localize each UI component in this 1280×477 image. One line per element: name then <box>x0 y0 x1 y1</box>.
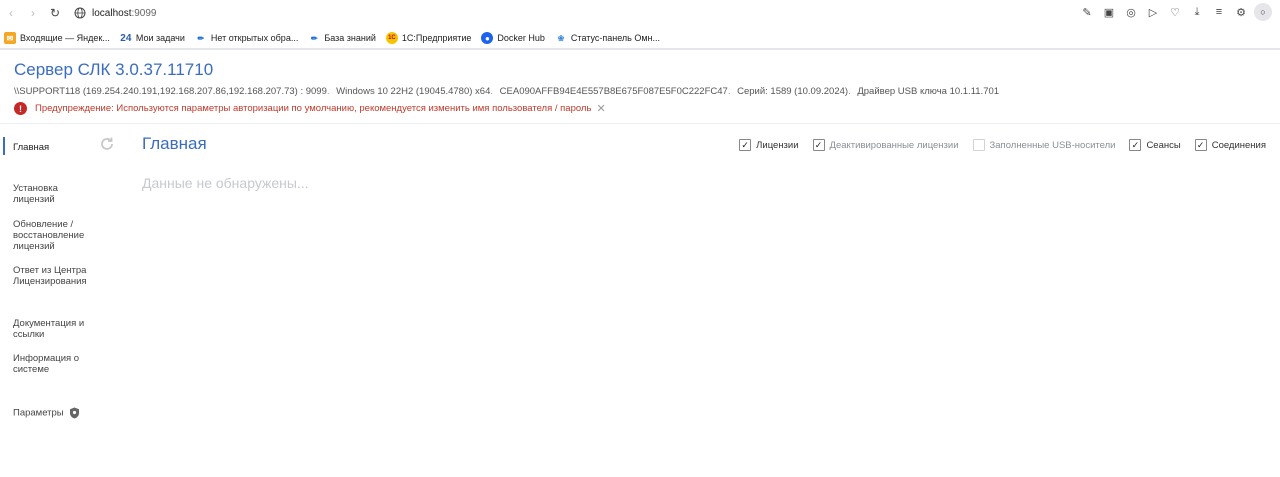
server-info: \\SUPPORT118 (169.254.240.191,192.168.20… <box>14 86 1000 97</box>
browser-toolbar: ‹ › ↻ localhost:9099 ✎ ▣ ◎ ▷ ♡ ⤓ ≡ ⚙ ○ <box>0 0 1280 26</box>
reload-icon[interactable]: ↻ <box>44 2 66 24</box>
bookmark-label: Мои задачи <box>135 33 185 43</box>
bookmark-item[interactable]: 1С 1С:Предприятие <box>385 32 472 44</box>
filter-label: Сеансы <box>1146 139 1181 151</box>
server-key: CEA090AFFB94E4E557B8E675F087E5F0C222FC47 <box>499 86 728 97</box>
bookmark-item[interactable]: 24 Мои задачи <box>120 32 185 44</box>
warning-text: Предупреждение: Используются параметры а… <box>35 103 592 114</box>
filter-bar: ✓ Лицензии ✓ Деактивированные лицензии Зап… <box>725 139 1266 151</box>
empty-state-message: Данные не обнаружены... <box>142 175 309 191</box>
sidebar-item-home[interactable]: Главная <box>13 142 49 153</box>
filter-connections[interactable]: ✓ Соединения <box>1194 139 1266 151</box>
sidebar-item-label: Параметры <box>13 407 64 419</box>
app-title: Сервер СЛК 3.0.37.11710 <box>14 60 214 79</box>
back-icon[interactable]: ‹ <box>0 2 22 24</box>
page-title: Главная <box>142 134 207 153</box>
docker-icon: ● <box>481 32 494 44</box>
url-port: :9099 <box>131 7 157 19</box>
filter-label: Заполненные USB-носители <box>989 139 1116 151</box>
bookmark-label: База знаний <box>324 33 376 43</box>
checkbox-checked[interactable]: ✓ <box>1129 139 1142 151</box>
address-bar[interactable]: localhost:9099 <box>74 7 157 19</box>
sidebar-item-licensing-response[interactable]: Ответ из Центра Лицензирования <box>13 265 103 287</box>
bookmark-item[interactable]: ✏ База знаний <box>308 32 376 44</box>
filter-licenses[interactable]: ✓ Лицензии <box>739 139 799 151</box>
refresh-icon[interactable] <box>99 136 115 152</box>
camera-icon[interactable]: ▣ <box>1100 3 1118 21</box>
pen-icon: ✏ <box>197 33 205 43</box>
sidebar-item-system-info[interactable]: Информация о системе <box>13 353 89 375</box>
globe-icon <box>74 7 86 19</box>
bookmark-label: 1С:Предприятие <box>401 33 472 43</box>
sidebar-item-settings[interactable]: Параметры <box>13 407 80 419</box>
filter-label: Лицензии <box>756 139 799 151</box>
close-icon[interactable]: ✕ <box>596 102 605 115</box>
pen-icon: ✏ <box>310 33 318 43</box>
sidebar-item-docs[interactable]: Документация и ссылки <box>13 318 97 340</box>
vpn-icon[interactable]: ◎ <box>1122 3 1140 21</box>
bookmark-item[interactable]: ✏ Нет открытых обра... <box>195 32 299 44</box>
checkbox-checked[interactable]: ✓ <box>1194 139 1207 151</box>
heart-icon[interactable]: ♡ <box>1166 3 1184 21</box>
server-os: Windows 10 22H2 (19045.4780) x64 <box>336 86 491 97</box>
sidebar-item-update-licenses[interactable]: Обновление / восстановление лицензий <box>13 219 95 252</box>
warning-banner: ! Предупреждение: Используются параметры… <box>14 102 606 115</box>
divider <box>0 123 1280 124</box>
settings-icon[interactable]: ⚙ <box>1232 3 1250 21</box>
download-icon[interactable]: ⤓ <box>1188 3 1206 21</box>
filter-usb-media[interactable]: Заполненные USB-носители <box>972 139 1116 151</box>
calendar-icon: 24 <box>120 32 132 44</box>
active-indicator <box>3 137 5 155</box>
bookmark-item[interactable]: ✉ Входящие — Яндек... <box>4 32 110 44</box>
edit-icon[interactable]: ✎ <box>1078 3 1096 21</box>
filter-sessions[interactable]: ✓ Сеансы <box>1129 139 1181 151</box>
play-icon[interactable]: ▷ <box>1144 3 1162 21</box>
bookmark-label: Входящие — Яндек... <box>20 33 110 43</box>
1c-icon: 1С <box>385 32 398 44</box>
mail-icon: ✉ <box>4 32 16 44</box>
bookmark-label: Нет открытых обра... <box>210 33 299 43</box>
server-driver: Драйвер USB ключа 10.1.11.701 <box>857 86 1000 97</box>
warning-icon: ! <box>14 102 27 115</box>
menu-icon[interactable]: ≡ <box>1210 3 1228 21</box>
checkbox-checked[interactable]: ✓ <box>739 139 752 151</box>
server-series: Серий: 1589 (10.09.2024) <box>737 86 849 97</box>
filter-deactivated-licenses[interactable]: ✓ Деактивированные лицензии <box>812 139 959 151</box>
forward-icon[interactable]: › <box>22 2 44 24</box>
bookmark-label: Статус-панель Омн... <box>570 33 661 43</box>
filter-label: Соединения <box>1211 139 1266 151</box>
url-host: localhost <box>92 7 132 19</box>
profile-icon[interactable]: ○ <box>1254 3 1272 21</box>
checkbox-checked[interactable]: ✓ <box>812 139 825 151</box>
bookmark-item[interactable]: ● Docker Hub <box>481 32 545 44</box>
shield-icon <box>69 407 79 419</box>
filter-label: Деактивированные лицензии <box>829 139 959 151</box>
checkbox-unchecked[interactable] <box>972 139 985 151</box>
sidebar-item-install-licenses[interactable]: Установка лицензий <box>13 183 93 205</box>
bookmarks-bar: ✉ Входящие — Яндек... 24 Мои задачи ✏ Нет о… <box>0 28 1280 50</box>
bookmark-label: Docker Hub <box>497 33 545 43</box>
bookmark-item[interactable]: ❀ Статус-панель Омн... <box>555 32 660 44</box>
omni-icon: ❀ <box>557 33 565 43</box>
server-host: \\SUPPORT118 (169.254.240.191,192.168.20… <box>14 86 327 97</box>
